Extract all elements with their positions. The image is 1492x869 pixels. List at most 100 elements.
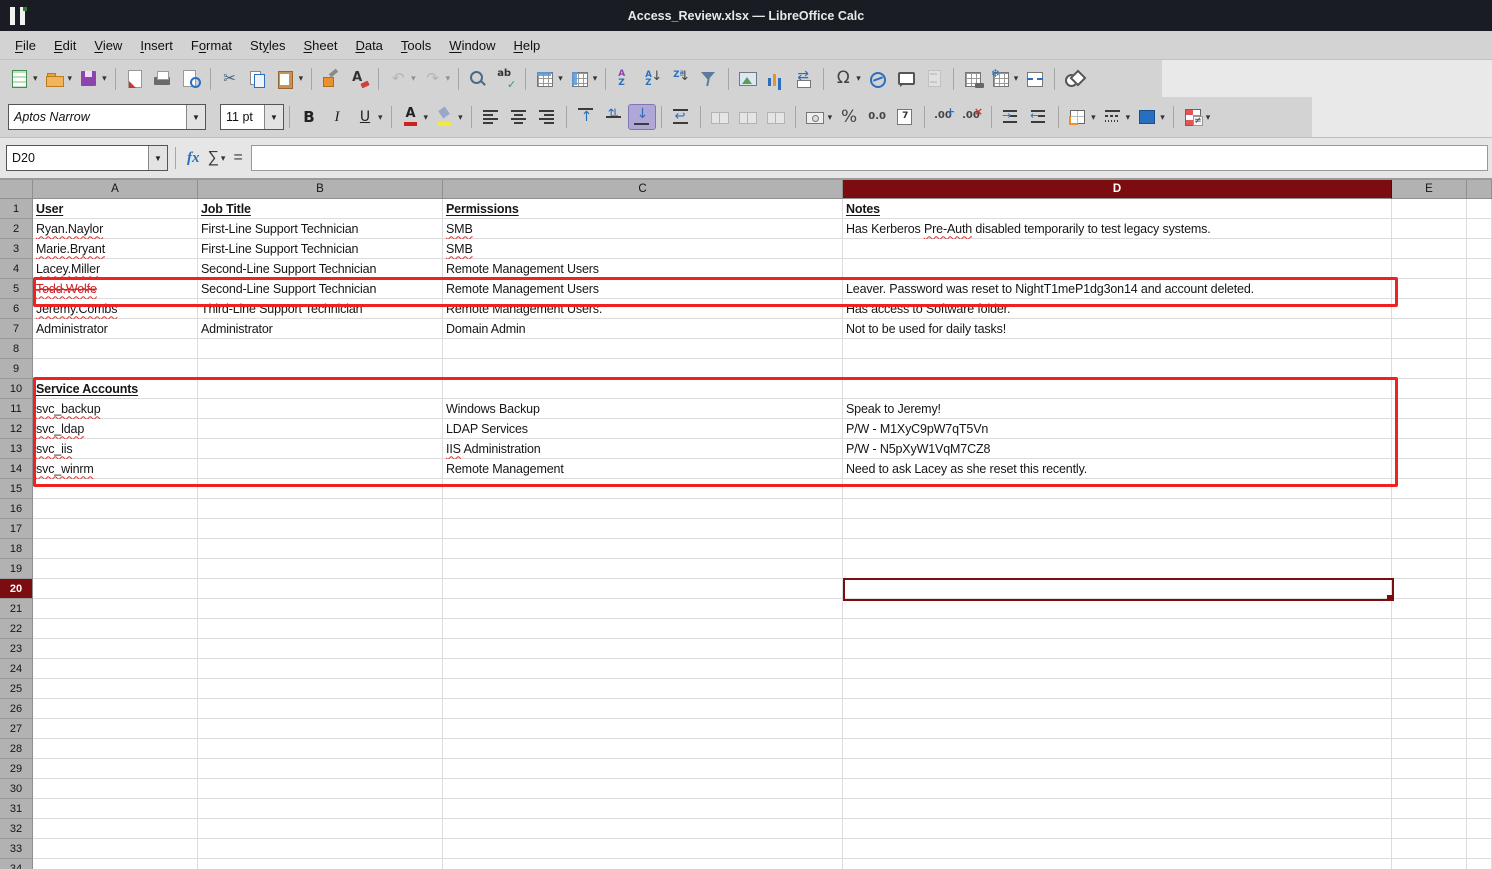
align-top-button[interactable] [573,105,599,129]
cell-E29[interactable] [1392,759,1467,779]
row-header-30[interactable]: 30 [0,779,33,799]
row-header-1[interactable]: 1 [0,199,33,219]
cell-C14[interactable]: Remote Management [443,459,843,479]
cell-F8[interactable] [1467,339,1492,359]
cell-D25[interactable] [843,679,1392,699]
cell-C5[interactable]: Remote Management Users [443,279,843,299]
cell-F11[interactable] [1467,399,1492,419]
cell-A31[interactable] [33,799,198,819]
row-header-6[interactable]: 6 [0,299,33,319]
cell-F25[interactable] [1467,679,1492,699]
row-header-22[interactable]: 22 [0,619,33,639]
cell-E8[interactable] [1392,339,1467,359]
cell-F30[interactable] [1467,779,1492,799]
cell-B26[interactable] [198,699,443,719]
cell-E3[interactable] [1392,239,1467,259]
row-header-4[interactable]: 4 [0,259,33,279]
cell-C6[interactable]: Remote Management Users. [443,299,843,319]
italic-button[interactable]: I [324,105,350,129]
menu-sheet[interactable]: Sheet [294,35,346,56]
cell-C32[interactable] [443,819,843,839]
cell-E22[interactable] [1392,619,1467,639]
cell-B8[interactable] [198,339,443,359]
cell-A34[interactable] [33,859,198,869]
cell-B4[interactable]: Second-Line Support Technician [198,259,443,279]
cell-C29[interactable] [443,759,843,779]
row-header-20[interactable]: 20 [0,579,33,599]
cell-A20[interactable] [33,579,198,599]
cell-F32[interactable] [1467,819,1492,839]
cell-C19[interactable] [443,559,843,579]
menu-data[interactable]: Data [346,35,391,56]
clone-formatting-button[interactable] [318,67,344,91]
cell-F19[interactable] [1467,559,1492,579]
decrease-indent-button[interactable] [1026,105,1052,129]
row-header-31[interactable]: 31 [0,799,33,819]
cell-C3[interactable]: SMB [443,239,843,259]
cell-B33[interactable] [198,839,443,859]
headers-and-footers-button[interactable] [921,67,947,91]
row-header-19[interactable]: 19 [0,559,33,579]
cell-A32[interactable] [33,819,198,839]
undo-dropdown-arrow[interactable]: ▾ [411,73,416,84]
cell-D29[interactable] [843,759,1392,779]
cell-F10[interactable] [1467,379,1492,399]
cell-F12[interactable] [1467,419,1492,439]
add-decimal-place-button[interactable] [931,105,957,129]
cell-C15[interactable] [443,479,843,499]
cell-E21[interactable] [1392,599,1467,619]
fill-handle[interactable] [1387,595,1393,601]
align-bottom-button[interactable] [629,105,655,129]
wrap-text-button[interactable] [668,105,694,129]
cell-B6[interactable]: Third-Line Support Technician [198,299,443,319]
sort-button[interactable] [612,67,638,91]
cell-B14[interactable] [198,459,443,479]
redo-button[interactable]: ↷▾ [420,67,453,91]
save-button[interactable]: ▾ [76,67,109,91]
name-box-dropdown[interactable]: ▼ [148,146,167,170]
row-header-3[interactable]: 3 [0,239,33,259]
cut-button[interactable]: ✂ [217,67,243,91]
cell-B24[interactable] [198,659,443,679]
bold-button[interactable]: B [296,105,322,129]
cell-E6[interactable] [1392,299,1467,319]
cell-A27[interactable] [33,719,198,739]
cell-B1[interactable]: Job Title [198,199,443,219]
cell-B17[interactable] [198,519,443,539]
cell-C26[interactable] [443,699,843,719]
cell-B28[interactable] [198,739,443,759]
cell-E13[interactable] [1392,439,1467,459]
font-name-combo[interactable]: Aptos Narrow ▼ [8,104,206,130]
column-button[interactable]: ▾ [567,67,600,91]
row-header-25[interactable]: 25 [0,679,33,699]
split-window-button[interactable] [1022,67,1048,91]
cell-F27[interactable] [1467,719,1492,739]
row-header-16[interactable]: 16 [0,499,33,519]
cell-F18[interactable] [1467,539,1492,559]
cell-D7[interactable]: Not to be used for daily tasks! [843,319,1392,339]
cell-C31[interactable] [443,799,843,819]
insert-image-button[interactable] [735,67,761,91]
cell-D24[interactable] [843,659,1392,679]
border-color-dropdown-arrow[interactable]: ▾ [1160,112,1165,123]
cell-A6[interactable]: Jeremy.Combs [33,299,198,319]
cell-D3[interactable] [843,239,1392,259]
cell-D11[interactable]: Speak to Jeremy! [843,399,1392,419]
cell-F31[interactable] [1467,799,1492,819]
cell-D26[interactable] [843,699,1392,719]
format-as-number-button[interactable]: 0.0 [864,105,890,129]
sort-descending-button[interactable] [668,67,694,91]
cell-E23[interactable] [1392,639,1467,659]
print-preview-button[interactable] [178,67,204,91]
cell-C20[interactable] [443,579,843,599]
format-as-percent-button[interactable]: % [836,105,862,129]
cell-A14[interactable]: svc_winrm [33,459,198,479]
cell-E17[interactable] [1392,519,1467,539]
cell-D9[interactable] [843,359,1392,379]
borders-dropdown-arrow[interactable]: ▾ [1091,112,1096,123]
row-header-28[interactable]: 28 [0,739,33,759]
cell-F29[interactable] [1467,759,1492,779]
cell-C22[interactable] [443,619,843,639]
row-header-7[interactable]: 7 [0,319,33,339]
cell-B3[interactable]: First-Line Support Technician [198,239,443,259]
